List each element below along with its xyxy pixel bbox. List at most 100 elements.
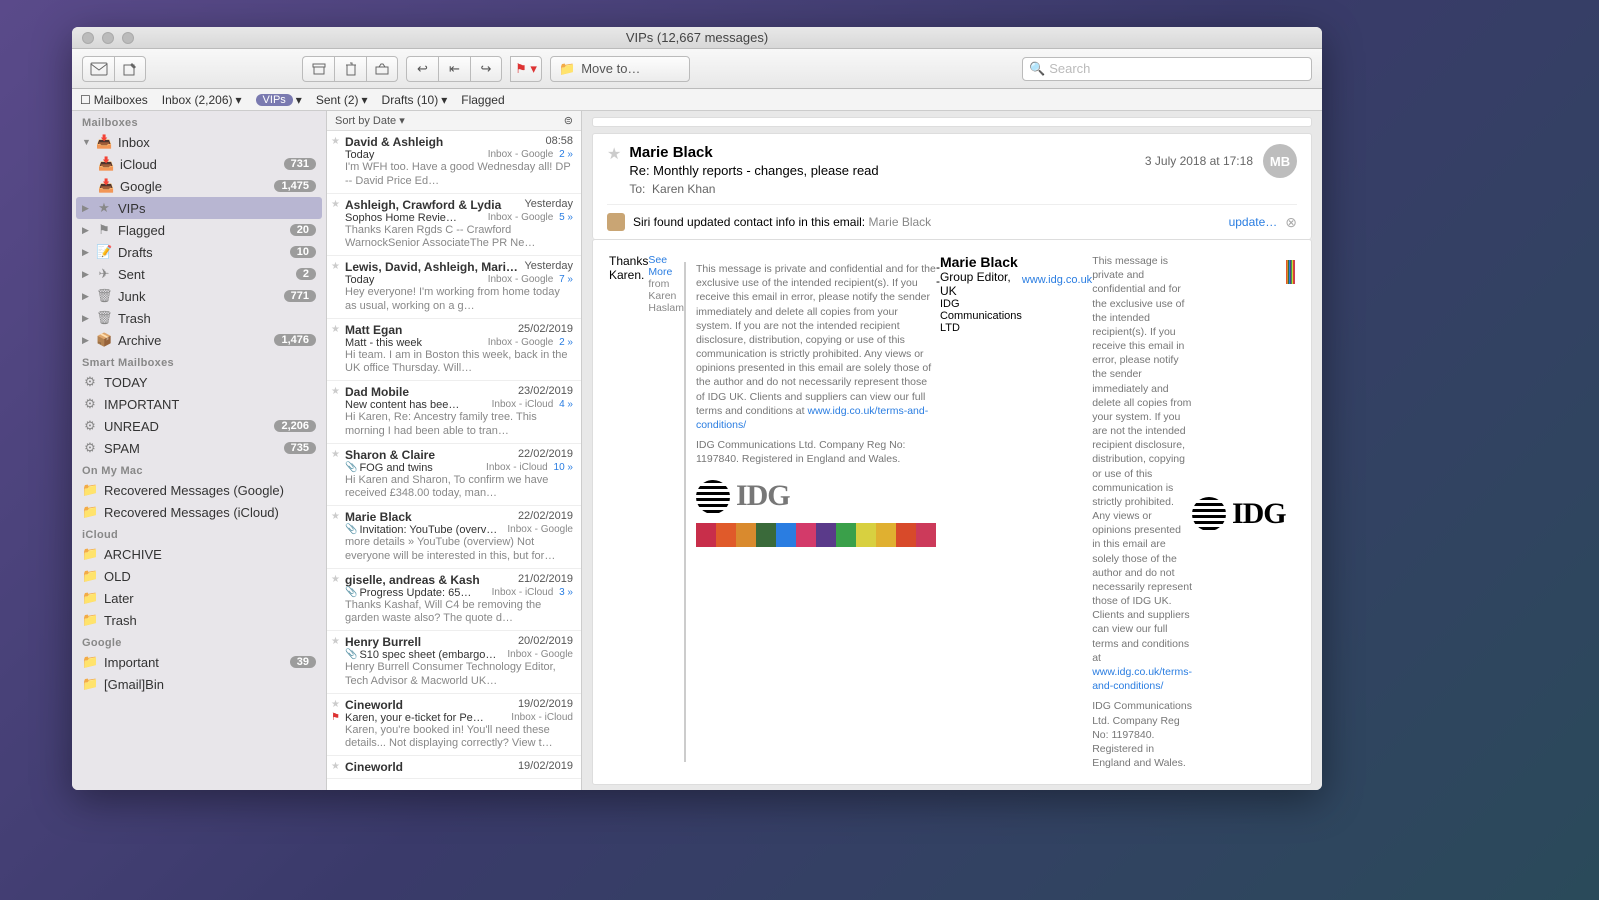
- star-icon[interactable]: ★: [331, 449, 340, 460]
- fav-inbox[interactable]: Inbox (2,206) ▾: [162, 93, 242, 107]
- date: Yesterday: [524, 198, 573, 212]
- reader-pane: ★ Marie Black Re: Monthly reports - chan…: [582, 111, 1322, 790]
- siri-close-button[interactable]: ⊗: [1285, 214, 1297, 231]
- fav-vips[interactable]: VIPs ▾: [256, 93, 302, 107]
- greeting: Thanks Karen.: [609, 254, 648, 756]
- sidebar: Mailboxes ▼📥Inbox 📥iCloud731 📥Google1,47…: [72, 111, 327, 790]
- folder-icon: 📁: [82, 612, 98, 628]
- sender: Lewis, David, Ashleigh, Mari…: [345, 260, 518, 274]
- favorites-bar: ☐ Mailboxes Inbox (2,206) ▾ VIPs ▾ Sent …: [72, 89, 1322, 111]
- sb-google-bin[interactable]: 📁[Gmail]Bin: [72, 673, 326, 695]
- sb-inbox-icloud[interactable]: 📥iCloud731: [72, 153, 326, 175]
- reply-button[interactable]: ↩: [406, 56, 438, 82]
- attachment-icon: 📎: [345, 649, 357, 661]
- star-icon[interactable]: ★: [331, 324, 340, 335]
- fav-drafts[interactable]: Drafts (10) ▾: [382, 93, 448, 107]
- star-icon[interactable]: ★: [331, 636, 340, 647]
- gear-icon: ⚙: [82, 440, 98, 456]
- sb-junk[interactable]: ▶🗑Junk771: [72, 285, 326, 307]
- message-list: Sort by Date ▾ ⊜ ★David & Ashleigh08:58T…: [327, 111, 582, 790]
- preview: Hi Karen and Sharon, To confirm we have …: [345, 474, 573, 502]
- siri-update-button[interactable]: update…: [1229, 215, 1278, 229]
- sb-icloud-archive[interactable]: 📁ARCHIVE: [72, 543, 326, 565]
- star-icon[interactable]: ★: [331, 136, 340, 147]
- subject: Progress Update: 65…: [359, 587, 491, 599]
- sb-inbox[interactable]: ▼📥Inbox: [72, 131, 326, 153]
- new-message-button[interactable]: [82, 56, 114, 82]
- star-icon[interactable]: ★: [331, 386, 340, 397]
- sb-icloud-trash[interactable]: 📁Trash: [72, 609, 326, 631]
- close-window[interactable]: [82, 32, 94, 44]
- archive-button[interactable]: [302, 56, 334, 82]
- star-icon[interactable]: ★: [331, 699, 340, 710]
- message-row[interactable]: ★Matt Egan25/02/2019Matt - this weekInbo…: [327, 319, 581, 382]
- vip-star-icon[interactable]: ★: [607, 144, 621, 164]
- minimize-window[interactable]: [102, 32, 114, 44]
- titlebar: VIPs (12,667 messages): [72, 27, 1322, 49]
- fav-sent[interactable]: Sent (2) ▾: [316, 93, 368, 107]
- attachment-icon: 📎: [345, 524, 357, 536]
- star-icon[interactable]: ★: [331, 574, 340, 585]
- sb-google-important[interactable]: 📁Important39: [72, 651, 326, 673]
- message-row[interactable]: ★Henry Burrell20/02/2019📎S10 spec sheet …: [327, 631, 581, 694]
- sb-spam[interactable]: ⚙SPAM735: [72, 437, 326, 459]
- preview: more details » YouTube (overview) Not ev…: [345, 536, 573, 564]
- sb-sent[interactable]: ▶✈Sent2: [72, 263, 326, 285]
- forward-button[interactable]: ↪: [470, 56, 502, 82]
- sb-flagged[interactable]: ▶⚑Flagged20: [72, 219, 326, 241]
- location: Inbox - iCloud 4 »: [492, 399, 573, 411]
- filter-icon[interactable]: ⊜: [564, 114, 573, 127]
- sb-trash[interactable]: ▶🗑Trash: [72, 307, 326, 329]
- sb-unread[interactable]: ⚙UNREAD2,206: [72, 415, 326, 437]
- compose-button[interactable]: [114, 56, 146, 82]
- reply-all-button[interactable]: ⇤: [438, 56, 470, 82]
- flag-button[interactable]: ⚑ ▾: [510, 56, 542, 82]
- message-row[interactable]: ★Dad Mobile23/02/2019New content has bee…: [327, 381, 581, 444]
- sort-bar[interactable]: Sort by Date ▾ ⊜: [327, 111, 581, 131]
- email-header-card: ★ Marie Black Re: Monthly reports - chan…: [592, 133, 1312, 239]
- fav-flagged[interactable]: Flagged: [461, 93, 504, 107]
- move-to-button[interactable]: 📁 Move to…: [550, 56, 690, 82]
- see-more-link[interactable]: See More: [648, 254, 672, 278]
- email-body-card: Thanks Karen. See More from Karen Haslam…: [592, 239, 1312, 785]
- trash-icon: 🗑: [96, 310, 112, 326]
- preview: Thanks Kashaf, Will C4 be removing the g…: [345, 599, 573, 627]
- star-icon[interactable]: ★: [331, 511, 340, 522]
- search-field[interactable]: 🔍 Search: [1022, 57, 1312, 81]
- folder-icon: 📁: [82, 568, 98, 584]
- sb-vips[interactable]: ▶★VIPs: [76, 197, 322, 219]
- sb-icloud-old[interactable]: 📁OLD: [72, 565, 326, 587]
- sig-link[interactable]: www.idg.co.uk: [1022, 274, 1092, 286]
- star-icon[interactable]: ★: [331, 199, 340, 210]
- sb-drafts[interactable]: ▶📝Drafts10: [72, 241, 326, 263]
- message-row[interactable]: ★David & Ashleigh08:58TodayInbox - Googl…: [327, 131, 581, 194]
- subject: Today: [345, 149, 488, 161]
- message-row[interactable]: ★Lewis, David, Ashleigh, Mari…YesterdayT…: [327, 256, 581, 319]
- message-row[interactable]: ★⚑Cineworld19/02/2019Karen, your e-ticke…: [327, 694, 581, 757]
- search-icon: 🔍: [1029, 61, 1045, 77]
- sb-today[interactable]: ⚙TODAY: [72, 371, 326, 393]
- gear-icon: ⚙: [82, 374, 98, 390]
- message-row[interactable]: ★Cineworld19/02/2019: [327, 756, 581, 779]
- subject: Sophos Home Revie…: [345, 212, 488, 224]
- sb-recovered-icloud[interactable]: 📁Recovered Messages (iCloud): [72, 501, 326, 523]
- star-icon[interactable]: ★: [331, 761, 340, 772]
- star-icon[interactable]: ★: [331, 261, 340, 272]
- fav-mailboxes[interactable]: ☐ Mailboxes: [80, 93, 148, 107]
- date: 25/02/2019: [518, 323, 573, 337]
- footer-disclaimer: This message is private and confidential…: [1092, 254, 1192, 770]
- junk-button[interactable]: [366, 56, 398, 82]
- sb-icloud-later[interactable]: 📁Later: [72, 587, 326, 609]
- message-row[interactable]: ★Ashleigh, Crawford & LydiaYesterdaySoph…: [327, 194, 581, 257]
- message-row[interactable]: ★Marie Black22/02/2019📎Invitation: YouTu…: [327, 506, 581, 569]
- sb-archive[interactable]: ▶📦Archive1,476: [72, 329, 326, 351]
- delete-button[interactable]: [334, 56, 366, 82]
- location: Inbox - Google 5 »: [488, 212, 573, 224]
- sb-important[interactable]: ⚙IMPORTANT: [72, 393, 326, 415]
- sb-recovered-google[interactable]: 📁Recovered Messages (Google): [72, 479, 326, 501]
- message-row[interactable]: ★giselle, andreas & Kash21/02/2019📎Progr…: [327, 569, 581, 632]
- sender: Marie Black: [345, 510, 412, 524]
- zoom-window[interactable]: [122, 32, 134, 44]
- sb-inbox-google[interactable]: 📥Google1,475: [72, 175, 326, 197]
- message-row[interactable]: ★Sharon & Claire22/02/2019📎FOG and twins…: [327, 444, 581, 507]
